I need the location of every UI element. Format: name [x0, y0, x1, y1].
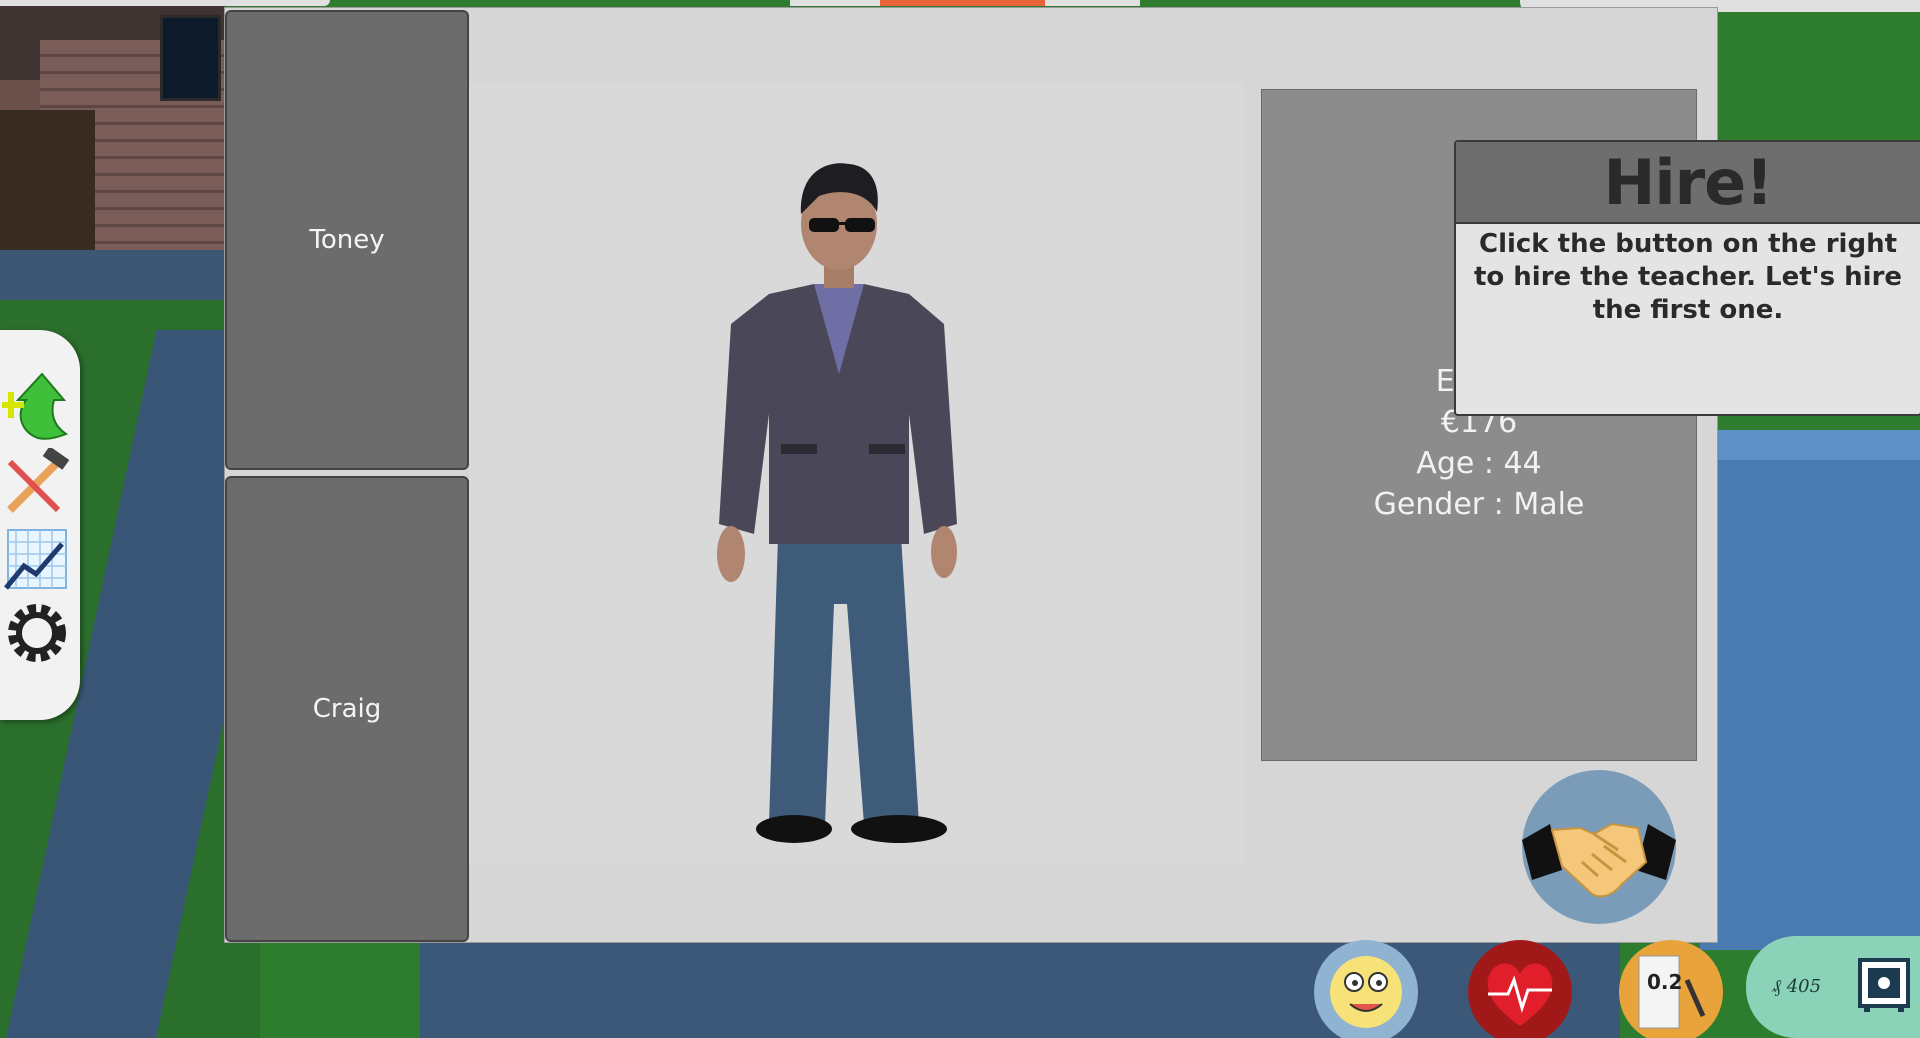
safe-icon	[1858, 958, 1910, 1012]
house-foundation	[0, 250, 225, 300]
grade-value: 0.2	[1647, 970, 1683, 994]
grade-status[interactable]: 0.2	[1619, 940, 1723, 1038]
tutorial-tooltip: Hire! Click the button on the right to h…	[1454, 140, 1920, 416]
tooltip-body: Click the button on the right to hire th…	[1473, 229, 1903, 325]
tooltip-title: Hire!	[1603, 145, 1773, 219]
top-hud-progress	[880, 0, 1045, 6]
add-green-arrow-icon[interactable]	[0, 370, 72, 440]
build-tools-icon[interactable]	[2, 446, 72, 518]
settings-gear-icon[interactable]	[2, 598, 72, 668]
health-status[interactable]	[1468, 940, 1572, 1038]
teacher-character-model	[717, 163, 957, 843]
statistics-chart-icon[interactable]	[2, 524, 72, 594]
happiness-status[interactable]	[1314, 940, 1418, 1038]
money-value: ₰ 405	[1772, 976, 1822, 997]
house-window	[160, 15, 221, 101]
heart-pulse-icon	[1487, 963, 1553, 1026]
hire-button[interactable]	[1522, 770, 1676, 924]
teacher-3d-preview	[469, 84, 1244, 864]
candidate-tab-toney[interactable]: Toney	[225, 10, 469, 470]
tooltip-header: Hire!	[1456, 142, 1920, 224]
money-status[interactable]: ₰ 405	[1746, 936, 1920, 1038]
house	[0, 0, 225, 300]
candidate-name: Craig	[312, 694, 382, 724]
candidate-tab-craig[interactable]: Craig	[225, 476, 469, 942]
info-age: Age : 44	[1416, 446, 1542, 481]
handshake-icon	[1522, 822, 1676, 898]
candidate-name: Toney	[309, 225, 385, 255]
top-hud-left	[0, 0, 330, 6]
smiley-face-icon	[1330, 956, 1402, 1028]
school-building	[1700, 430, 1920, 950]
left-toolbar	[0, 330, 80, 720]
school-building-roof	[1700, 430, 1920, 460]
road	[420, 940, 1620, 1038]
info-gender: Gender : Male	[1373, 487, 1585, 522]
